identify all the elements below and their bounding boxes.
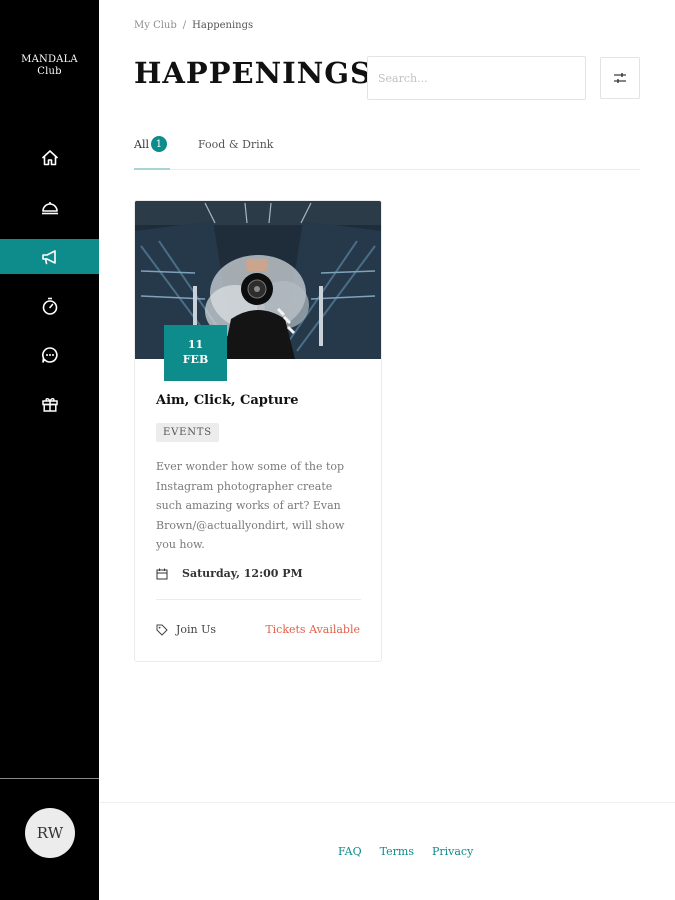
sliders-icon: [614, 73, 626, 83]
user-avatar[interactable]: RW: [25, 808, 75, 858]
brand-subtitle: Club: [37, 66, 62, 77]
stopwatch-icon: [42, 297, 57, 315]
breadcrumb-separator: /: [182, 20, 187, 31]
event-description: Ever wonder how some of the top Instagra…: [156, 460, 345, 551]
footer-divider: [99, 802, 675, 803]
event-category-tag: EVENTS: [156, 423, 219, 442]
home-icon: [41, 149, 58, 165]
event-card[interactable]: 11 FEB Aim, Click, Capture EVENTS Ever w…: [134, 200, 382, 662]
tab-all[interactable]: All 1: [134, 134, 170, 170]
footer-link-faq[interactable]: FAQ: [338, 845, 362, 858]
breadcrumb-my-club[interactable]: My Club: [134, 20, 177, 31]
tab-label: Food & Drink: [198, 138, 274, 151]
search-input[interactable]: [367, 56, 586, 100]
join-us-label: Join Us: [176, 623, 217, 636]
join-us-button[interactable]: Join Us: [156, 623, 216, 636]
filter-button[interactable]: [600, 57, 640, 99]
gift-icon: [41, 397, 58, 412]
calendar-icon: [156, 568, 168, 579]
sidebar-item-happenings[interactable]: [0, 239, 99, 274]
event-title[interactable]: Aim, Click, Capture: [156, 393, 298, 408]
sidebar-item-activities[interactable]: [0, 288, 99, 323]
date-badge: 11 FEB: [164, 325, 227, 381]
event-time-text: Saturday, 12:00 PM: [182, 567, 303, 580]
tag-icon: [156, 624, 168, 636]
tab-label: All: [134, 138, 149, 151]
tickets-available-link[interactable]: Tickets Available: [265, 623, 360, 636]
brand-name: MANDALA: [21, 54, 78, 65]
date-day: 11: [187, 338, 204, 351]
breadcrumb-current: Happenings: [192, 20, 254, 31]
footer-link-privacy[interactable]: Privacy: [432, 845, 473, 858]
count-badge: 1: [150, 136, 167, 152]
breadcrumb: My Club / Happenings: [134, 20, 253, 31]
tab-food-and-drink[interactable]: Food & Drink: [198, 134, 273, 170]
megaphone-icon: [41, 249, 56, 264]
event-datetime: Saturday, 12:00 PM: [156, 567, 303, 580]
sidebar-item-home[interactable]: [0, 140, 99, 175]
footer-links: FAQ Terms Privacy: [338, 845, 473, 858]
brand-logo[interactable]: MANDALA Club: [0, 54, 99, 78]
sidebar-item-dining[interactable]: [0, 189, 99, 224]
footer-link-terms[interactable]: Terms: [380, 845, 414, 858]
date-month: FEB: [182, 353, 209, 366]
category-tabs: All 1 Food & Drink: [134, 134, 640, 170]
sidebar: MANDALA Club RW: [0, 0, 99, 900]
card-divider: [156, 599, 361, 600]
page-title: HAPPENINGS: [134, 56, 372, 90]
sidebar-divider: [0, 778, 99, 779]
sidebar-item-messages[interactable]: [0, 337, 99, 372]
dining-cloche-icon: [41, 201, 58, 214]
sidebar-item-rewards[interactable]: [0, 386, 99, 421]
chat-bubble-icon: [41, 346, 58, 363]
